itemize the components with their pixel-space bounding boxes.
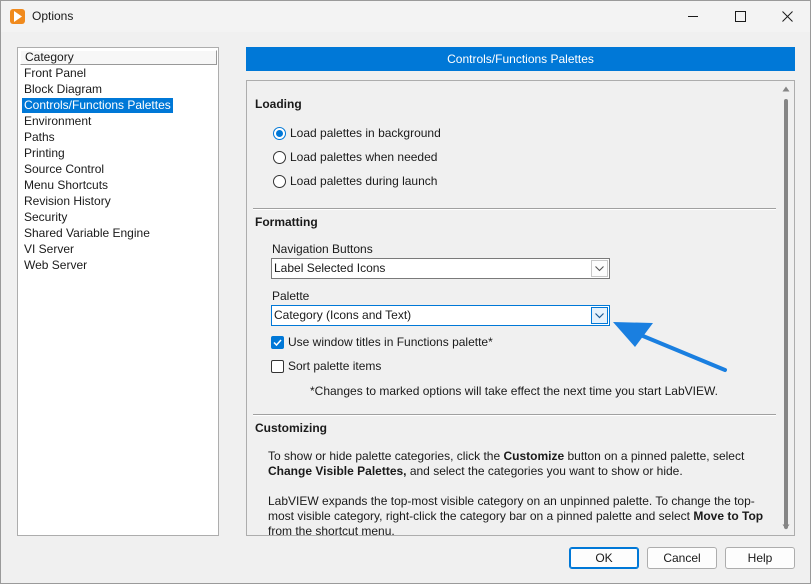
category-item-environment[interactable]: Environment: [22, 114, 93, 129]
category-item-vi-server[interactable]: VI Server: [22, 242, 76, 257]
scroll-down-arrow-icon[interactable]: [782, 523, 790, 531]
category-list-header[interactable]: Category: [20, 50, 217, 65]
category-item-security[interactable]: Security: [22, 210, 69, 225]
text-run: button on a pinned palette, select: [564, 449, 745, 463]
checkbox[interactable]: [271, 335, 284, 349]
customizing-paragraph-1: To show or hide palette categories, clic…: [268, 449, 768, 479]
category-item-menu-shortcuts[interactable]: Menu Shortcuts: [22, 178, 110, 193]
checkmark-icon: [273, 338, 282, 346]
text-run: To show or hide palette categories, clic…: [268, 449, 504, 463]
category-item-web-server[interactable]: Web Server: [22, 258, 89, 273]
navigation-buttons-value: Label Selected Icons: [274, 261, 386, 275]
maximize-icon: [734, 11, 746, 22]
radio-label: Load palettes in background: [290, 126, 441, 140]
radio-load-background[interactable]: Load palettes in background: [273, 126, 441, 140]
checkbox-sort-palette-items[interactable]: Sort palette items: [271, 359, 381, 373]
customizing-section-title: Customizing: [255, 421, 327, 435]
bold-text-run: Change Visible Palettes,: [268, 464, 407, 478]
labview-app-icon: [10, 9, 25, 24]
loading-section-title: Loading: [255, 97, 302, 111]
palette-label: Palette: [272, 289, 310, 303]
section-divider: [253, 208, 776, 210]
formatting-section-title: Formatting: [255, 215, 318, 229]
checkbox-window-titles[interactable]: Use window titles in Functions palette*: [271, 335, 493, 349]
minimize-icon: [687, 16, 698, 17]
cancel-button[interactable]: Cancel: [647, 547, 717, 569]
dropdown-button[interactable]: [591, 260, 608, 277]
close-button[interactable]: [764, 1, 810, 32]
checkbox-label: Use window titles in Functions palette*: [288, 335, 493, 349]
bold-text-run: Customize: [503, 449, 565, 463]
customizing-paragraph-2: LabVIEW expands the top-most visible cat…: [268, 494, 768, 536]
radio-button[interactable]: [273, 174, 286, 188]
section-divider: [253, 414, 776, 416]
category-item-controls-functions-palettes[interactable]: Controls/Functions Palettes: [22, 98, 173, 113]
category-item-front-panel[interactable]: Front Panel: [22, 66, 88, 81]
palette-value: Category (Icons and Text): [274, 308, 412, 322]
category-item-source-control[interactable]: Source Control: [22, 162, 106, 177]
scrollbar-thumb[interactable]: [784, 99, 788, 529]
radio-label: Load palettes when needed: [290, 150, 438, 164]
text-run: and select the categories you want to sh…: [406, 464, 683, 478]
radio-load-when-needed[interactable]: Load palettes when needed: [273, 150, 437, 164]
help-button[interactable]: Help: [725, 547, 795, 569]
radio-load-during-launch[interactable]: Load palettes during launch: [273, 174, 437, 188]
panel-title: Controls/Functions Palettes: [246, 47, 795, 71]
category-item-shared-variable-engine[interactable]: Shared Variable Engine: [22, 226, 152, 241]
maximize-button[interactable]: [717, 1, 763, 32]
checkbox[interactable]: [271, 359, 284, 373]
minimize-button[interactable]: [670, 1, 716, 32]
navigation-buttons-label: Navigation Buttons: [272, 242, 373, 256]
bold-text-run: Move to Top: [693, 509, 764, 523]
text-run: LabVIEW expands the top-most visible cat…: [268, 494, 755, 523]
annotation-arrow-icon: [613, 322, 727, 372]
category-item-block-diagram[interactable]: Block Diagram: [22, 82, 104, 97]
category-list[interactable]: Category Front Panel Block Diagram Contr…: [17, 47, 219, 536]
vertical-scrollbar[interactable]: [778, 81, 794, 535]
checkbox-label: Sort palette items: [288, 359, 382, 373]
options-panel: Loading Load palettes in background Load…: [246, 80, 795, 536]
close-icon: [781, 11, 793, 22]
ok-button[interactable]: OK: [569, 547, 639, 569]
window-title: Options: [32, 9, 74, 23]
radio-button[interactable]: [273, 150, 286, 164]
title-bar[interactable]: Options: [1, 1, 810, 32]
scroll-up-arrow-icon[interactable]: [782, 85, 790, 93]
chevron-down-icon: [595, 265, 604, 271]
category-item-revision-history[interactable]: Revision History: [22, 194, 113, 209]
category-item-printing[interactable]: Printing: [22, 146, 67, 161]
navigation-buttons-select[interactable]: Label Selected Icons: [271, 258, 610, 279]
text-run: from the shortcut menu.: [268, 524, 395, 536]
radio-label: Load palettes during launch: [290, 174, 438, 188]
palette-select[interactable]: Category (Icons and Text): [271, 305, 610, 326]
radio-button[interactable]: [273, 126, 286, 140]
category-item-paths[interactable]: Paths: [22, 130, 57, 145]
options-window: Options Category Front Panel Block Diagr…: [0, 0, 811, 584]
restart-note: *Changes to marked options will take eff…: [310, 384, 718, 398]
